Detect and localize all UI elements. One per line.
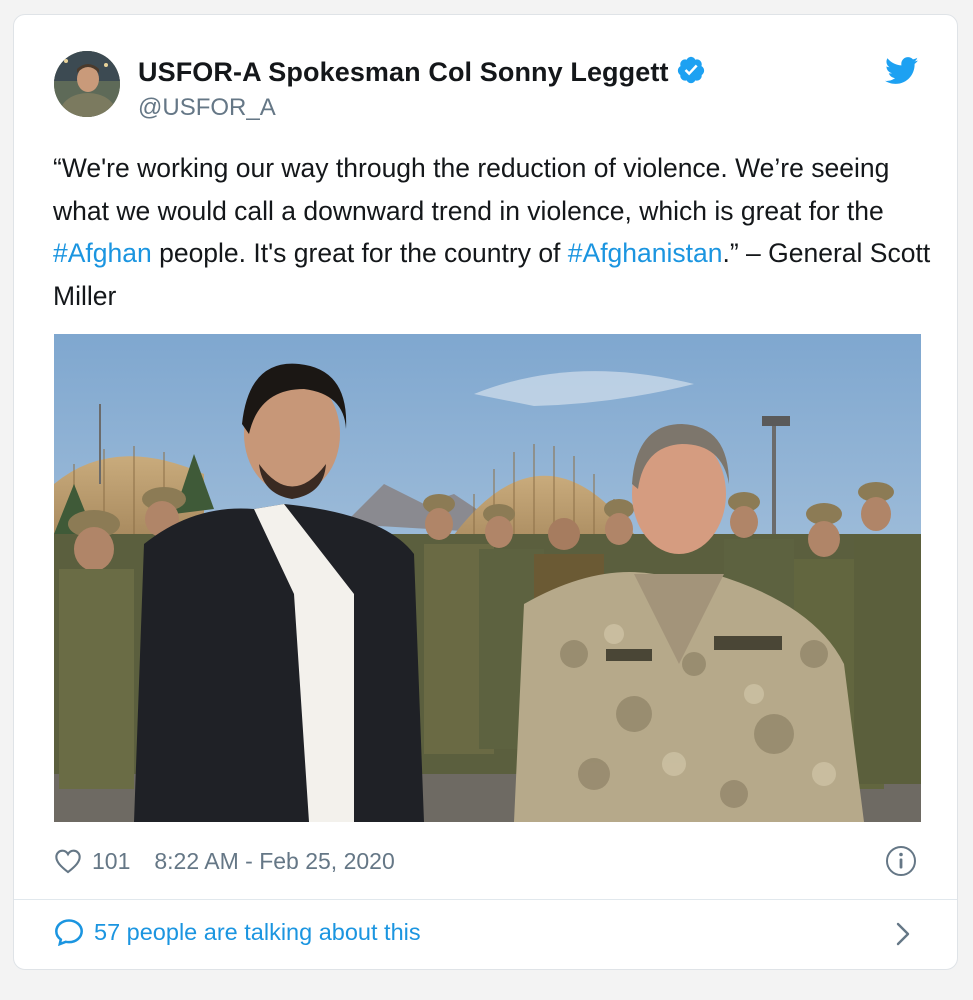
divider xyxy=(14,899,957,900)
info-icon[interactable] xyxy=(885,845,917,877)
like-count[interactable]: 101 xyxy=(92,848,130,875)
tweet-card: USFOR-A Spokesman Col Sonny Leggett @USF… xyxy=(13,14,958,970)
chevron-right-icon[interactable] xyxy=(895,921,911,947)
tweet-text: “We're working our way through the reduc… xyxy=(53,147,933,317)
author-name-text[interactable]: USFOR-A Spokesman Col Sonny Leggett xyxy=(138,57,669,87)
hashtag-afghan-link[interactable]: #Afghan xyxy=(53,238,152,268)
tweet-photo[interactable] xyxy=(54,334,921,822)
tweet-timestamp[interactable]: 8:22 AM - Feb 25, 2020 xyxy=(154,848,394,875)
hashtag-afghanistan-link[interactable]: #Afghanistan xyxy=(568,238,723,268)
verified-badge-icon xyxy=(677,56,704,84)
author-display-name[interactable]: USFOR-A Spokesman Col Sonny Leggett xyxy=(138,55,706,88)
author-handle[interactable]: @USFOR_A xyxy=(138,94,276,122)
tweet-meta: 101 8:22 AM - Feb 25, 2020 xyxy=(54,843,395,879)
conversation-link[interactable]: 57 people are talking about this xyxy=(54,918,421,946)
twitter-bird-icon[interactable] xyxy=(885,57,919,85)
heart-icon[interactable] xyxy=(54,848,82,874)
tweet-text-part: “We're working our way through the reduc… xyxy=(53,153,890,226)
speech-bubble-icon xyxy=(55,919,83,946)
conversation-link-text[interactable]: 57 people are talking about this xyxy=(94,919,421,946)
avatar[interactable] xyxy=(54,51,120,117)
tweet-text-part: people. It's great for the country of xyxy=(151,238,568,268)
